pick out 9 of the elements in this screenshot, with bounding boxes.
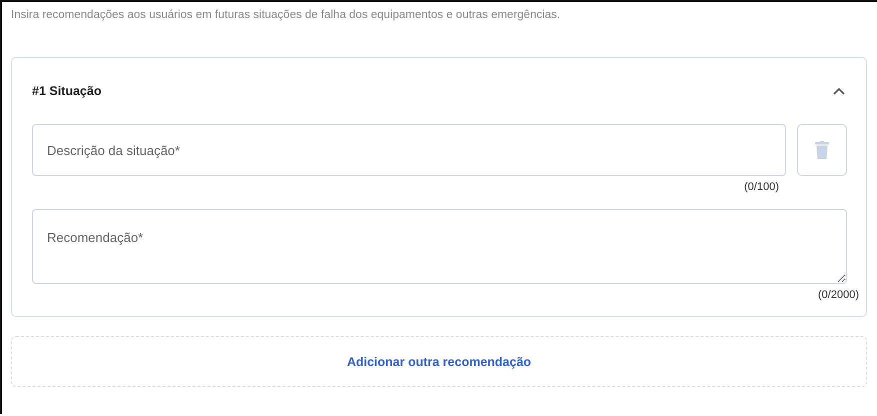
trash-icon [815,141,829,159]
character-counter: (0/100) [743,180,779,195]
description-field[interactable]: Descrição da situação* [32,124,786,176]
recommendation-field[interactable]: Recomendação* [32,209,847,284]
chevron-up-icon [833,87,845,95]
character-counter: (0/2000) [817,288,859,303]
card-title: #1 Situação [32,84,102,98]
add-recommendation-button[interactable]: Adicionar outra recomendação [11,336,867,387]
intro-text: Insira recomendações aos usuários em futuras situações de falha dos equipamentos e outras emergências. [11,9,562,21]
